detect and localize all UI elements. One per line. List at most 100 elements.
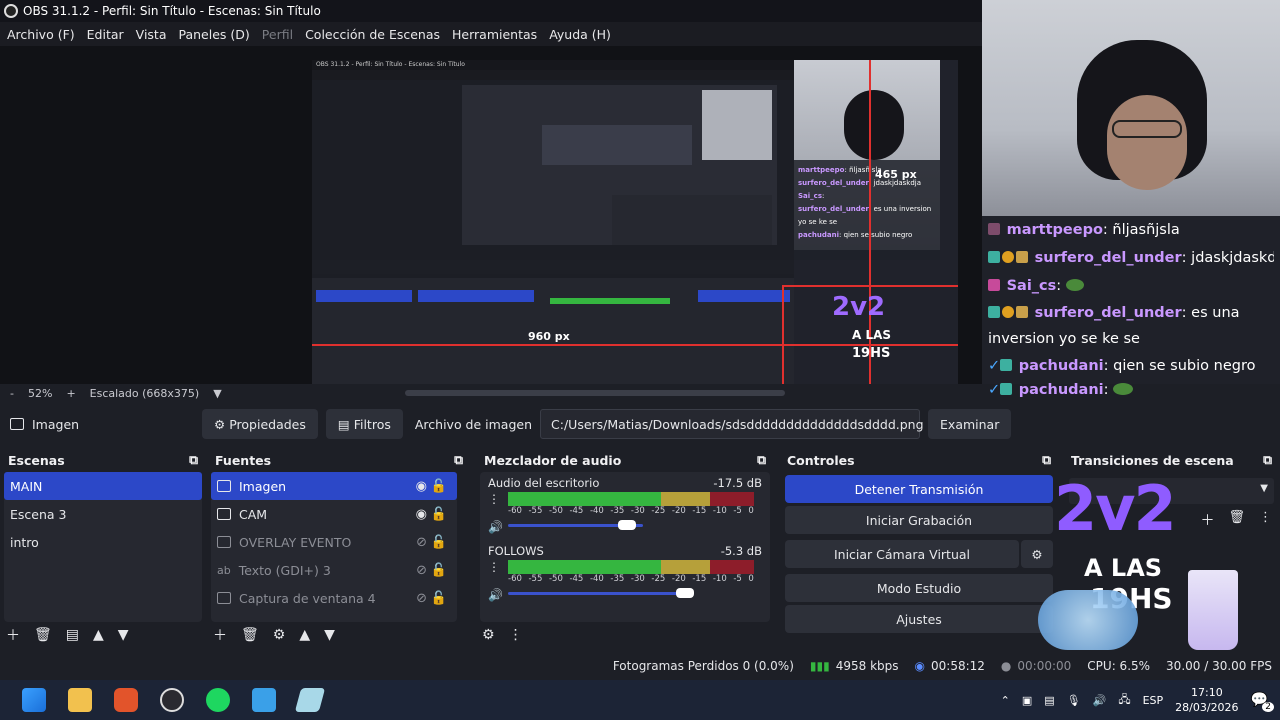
eye-icon[interactable]: ◉: [416, 479, 427, 494]
trash-icon[interactable]: 🗑: [241, 627, 259, 643]
preview-scrollbar[interactable]: [405, 390, 785, 396]
source-item-overlay-evento[interactable]: OVERLAY EVENTO ⊘ 🔓: [211, 528, 457, 556]
slider-handle[interactable]: [676, 588, 694, 598]
source-item-texto-gdi[interactable]: ab Texto (GDI+) 3 ⊘ 🔓: [211, 556, 457, 584]
menu-archivo[interactable]: Archivo (F): [2, 27, 80, 42]
volume-icon[interactable]: 🔊: [1093, 694, 1107, 707]
lock-icon[interactable]: 🔓: [431, 507, 447, 522]
properties-button[interactable]: ⚙ Propiedades: [202, 409, 318, 439]
scenes-title: Escenas: [8, 452, 65, 468]
menu-bar: Archivo (F) Editar Vista Paneles (D) Per…: [0, 22, 982, 46]
menu-vista[interactable]: Vista: [131, 27, 172, 42]
webcam-feed: [982, 0, 1280, 216]
text-icon: ab: [217, 563, 231, 577]
scenes-list: MAIN Escena 3 intro: [4, 472, 202, 622]
network-icon[interactable]: 🖧: [1118, 691, 1130, 710]
scene-item-escena-3[interactable]: Escena 3: [4, 500, 202, 528]
scene-item-main[interactable]: MAIN: [4, 472, 202, 500]
eye-icon[interactable]: ◉: [416, 507, 427, 522]
move-up-icon[interactable]: ▲: [93, 627, 104, 643]
zoom-out-button[interactable]: -: [10, 387, 14, 400]
tray-app-icon[interactable]: ▣: [1022, 694, 1032, 707]
image-icon: [217, 536, 231, 548]
scenes-header: Escenas ⧉: [0, 448, 206, 472]
spotify-icon[interactable]: [206, 688, 230, 712]
sources-header: Fuentes ⧉: [207, 448, 471, 472]
speaker-icon[interactable]: 🔊: [488, 520, 503, 534]
channel-name: Audio del escritorio: [488, 476, 600, 490]
slider-handle[interactable]: [618, 520, 636, 530]
volume-slider[interactable]: [508, 586, 754, 600]
obs-app-icon[interactable]: [160, 688, 184, 712]
browse-button[interactable]: Examinar: [928, 409, 1012, 439]
source-item-captura-ventana[interactable]: Captura de ventana 4 ⊘ 🔓: [211, 584, 457, 612]
volume-meter: [508, 560, 754, 574]
move-down-icon[interactable]: ▼: [118, 627, 129, 643]
measure-width-label: 960 px: [528, 330, 570, 343]
menu-paneles[interactable]: Paneles (D): [174, 27, 255, 42]
speaker-icon[interactable]: 🔊: [488, 588, 503, 602]
lock-icon[interactable]: 🔓: [431, 535, 447, 550]
tray-app-icon-2[interactable]: ▤: [1044, 694, 1054, 707]
language-indicator[interactable]: ESP: [1143, 694, 1164, 707]
eye-hidden-icon[interactable]: ⊘: [416, 591, 427, 606]
chevron-up-icon[interactable]: ⌃: [1001, 694, 1010, 707]
menu-dots-icon[interactable]: ⋮: [509, 627, 523, 643]
chat-username: surfero_del_under: [1034, 250, 1182, 266]
chat-badge-icon: [988, 306, 1000, 318]
clock[interactable]: 17:10 28/03/2026: [1175, 685, 1238, 715]
brave-browser-icon[interactable]: [114, 688, 138, 712]
scale-dropdown-icon[interactable]: ▼: [213, 387, 221, 400]
scene-item-intro[interactable]: intro: [4, 528, 202, 556]
app-icon-2[interactable]: [294, 688, 326, 712]
filter-icon: ▤: [337, 416, 350, 432]
add-icon[interactable]: ＋: [213, 625, 227, 645]
gear-icon[interactable]: ⚙: [273, 627, 286, 643]
app-icon[interactable]: [252, 688, 276, 712]
filter-icon[interactable]: ▤: [66, 627, 79, 643]
menu-editar[interactable]: Editar: [82, 27, 129, 42]
move-down-icon[interactable]: ▼: [324, 627, 335, 643]
lock-icon[interactable]: 🔓: [431, 479, 447, 494]
studio-mode-button[interactable]: Modo Estudio: [785, 574, 1053, 602]
eye-hidden-icon[interactable]: ⊘: [416, 535, 427, 550]
menu-coleccion-escenas[interactable]: Colección de Escenas: [300, 27, 445, 42]
undock-icon[interactable]: ⧉: [189, 452, 198, 468]
lock-icon[interactable]: 🔓: [431, 591, 447, 606]
undock-icon[interactable]: ⧉: [1042, 452, 1051, 468]
start-recording-button[interactable]: Iniciar Grabación: [785, 506, 1053, 534]
gear-icon[interactable]: ⚙: [482, 627, 495, 643]
menu-dots-icon[interactable]: ⋮: [1259, 510, 1272, 530]
lock-icon[interactable]: 🔓: [431, 563, 447, 578]
source-item-cam[interactable]: CAM ◉ 🔓: [211, 500, 457, 528]
microphone-icon[interactable]: 🎙: [1067, 694, 1081, 707]
source-label: Captura de ventana 4: [239, 590, 376, 606]
eye-hidden-icon[interactable]: ⊘: [416, 563, 427, 578]
stop-stream-button[interactable]: Detener Transmisión: [785, 475, 1053, 503]
menu-dots-icon[interactable]: ⋮: [488, 492, 500, 506]
undock-icon[interactable]: ⧉: [454, 452, 463, 468]
settings-button[interactable]: Ajustes: [785, 605, 1053, 633]
add-icon[interactable]: ＋: [6, 625, 20, 645]
zoom-in-button[interactable]: +: [66, 387, 75, 400]
trash-icon[interactable]: 🗑: [34, 627, 52, 643]
file-path-field[interactable]: C:/Users/Matias/Downloads/sdsddddddddddd…: [540, 409, 924, 439]
source-item-imagen[interactable]: Imagen ◉ 🔓: [211, 472, 457, 500]
file-explorer-icon[interactable]: [68, 688, 92, 712]
menu-dots-icon[interactable]: ⋮: [488, 560, 500, 574]
start-virtual-camera-button[interactable]: Iniciar Cámara Virtual: [785, 540, 1019, 568]
menu-perfil[interactable]: Perfil: [257, 27, 298, 42]
overlay-2v2-text: 2v2: [1054, 472, 1177, 545]
undock-icon[interactable]: ⧉: [757, 452, 766, 468]
menu-ayuda[interactable]: Ayuda (H): [544, 27, 616, 42]
windows-start-icon[interactable]: [22, 688, 46, 712]
filters-button[interactable]: ▤ Filtros: [325, 409, 403, 439]
volume-slider[interactable]: [508, 518, 754, 532]
chat-badge-icon: [1002, 306, 1014, 318]
move-up-icon[interactable]: ▲: [299, 627, 310, 643]
preview-canvas[interactable]: OBS 31.1.2 - Perfil: Sin Título - Escena…: [312, 60, 958, 384]
undock-icon[interactable]: ⧉: [1263, 452, 1272, 468]
menu-herramientas[interactable]: Herramientas: [447, 27, 542, 42]
notification-icon[interactable]: 💬 2: [1251, 692, 1274, 712]
overlay-alas-text: A LAS: [1084, 554, 1163, 582]
